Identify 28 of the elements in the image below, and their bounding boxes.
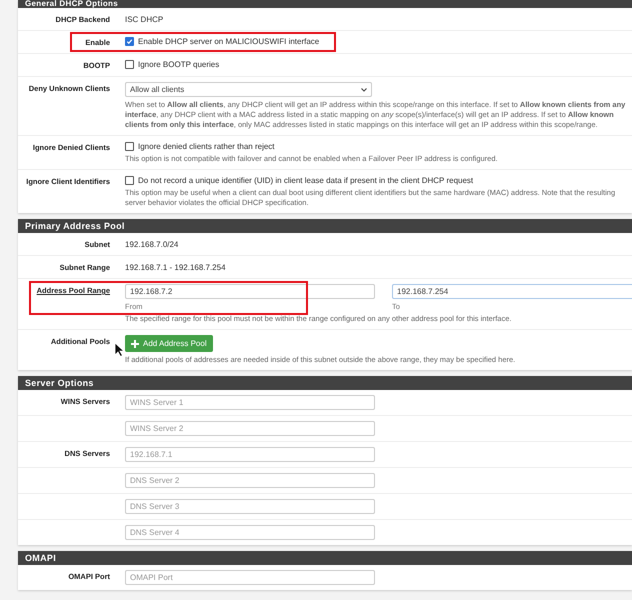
- checkbox-label: Enable DHCP server on MALICIOUSWIFI interface: [138, 37, 320, 46]
- checkbox[interactable]: [125, 176, 134, 185]
- chevron-icon: [361, 88, 367, 92]
- select-field[interactable]: Allow all clients: [125, 82, 372, 97]
- input-field[interactable]: WINS Server 2: [125, 421, 375, 436]
- value-text: 192.168.7.0/24: [125, 239, 180, 249]
- value-text: 192.168.7.1 - 192.168.7.254: [125, 262, 227, 272]
- input-field[interactable]: 192.168.7.254: [392, 284, 632, 299]
- plus-icon: [131, 340, 139, 348]
- checkbox-label: Do not record a unique identifier (UID) in client lease data if present in the client DHCP request: [138, 176, 474, 185]
- checkbox[interactable]: [125, 142, 134, 151]
- section-header: General DHCP Options: [18, 0, 632, 8]
- section-header: OMAPI: [18, 551, 632, 565]
- input-field[interactable]: OMAPI Port: [125, 570, 375, 585]
- value-text: ISC DHCP: [125, 14, 164, 24]
- section-header: Server Options: [18, 376, 632, 390]
- input-field[interactable]: 192.168.7.1: [125, 447, 375, 462]
- input-field[interactable]: 192.168.7.2: [125, 284, 375, 299]
- checkbox[interactable]: [125, 37, 134, 46]
- checkbox-label: Ignore BOOTP queries: [138, 60, 220, 69]
- checkbox-label: Ignore denied clients rather than reject: [138, 142, 275, 151]
- input-field[interactable]: DNS Server 2: [125, 473, 375, 488]
- section-header: Primary Address Pool: [18, 219, 632, 233]
- checkbox[interactable]: [125, 60, 134, 69]
- input-field[interactable]: WINS Server 1: [125, 395, 375, 410]
- input-field[interactable]: DNS Server 3: [125, 499, 375, 514]
- input-field[interactable]: DNS Server 4: [125, 525, 375, 540]
- cursor-icon: [114, 342, 124, 357]
